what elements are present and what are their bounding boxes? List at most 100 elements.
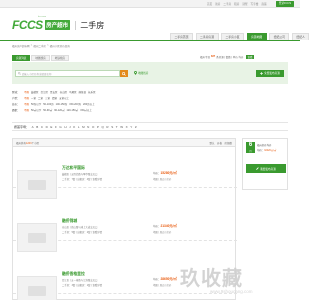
top-link[interactable]: 二手房: [223, 2, 231, 6]
letter-link[interactable]: D: [46, 125, 48, 129]
top-link[interactable]: 写字楼: [251, 2, 259, 6]
filter-option[interactable]: 三室: [45, 96, 50, 100]
filter-option[interactable]: 50-90㎡: [43, 108, 52, 112]
filter-option[interactable]: 长乐区: [88, 90, 96, 94]
letter-link[interactable]: O: [92, 125, 94, 129]
breadcrumb-link[interactable]: 福州房产超市网: [12, 44, 30, 48]
letter-link[interactable]: A: [32, 125, 34, 129]
search-input[interactable]: 请输入小区名称或楼盘名称: [15, 70, 120, 77]
listing-thumbnail[interactable]: [17, 170, 57, 199]
letter-link[interactable]: W: [120, 125, 123, 129]
filter-option[interactable]: 不限: [24, 108, 29, 112]
letter-link[interactable]: N: [87, 125, 89, 129]
letter-link[interactable]: P: [97, 125, 99, 129]
filter-option[interactable]: 闽侯县: [79, 90, 87, 94]
letter-link[interactable]: Z: [135, 125, 137, 129]
filter-option[interactable]: 一室: [31, 96, 36, 100]
search-field-icon: [17, 72, 21, 75]
listing-tags[interactable]: 地图 | 周边 | 房价: [153, 283, 171, 287]
nav-tab-communities[interactable]: 二手房小区: [221, 33, 244, 40]
letter-link[interactable]: X: [126, 125, 128, 129]
filter-option[interactable]: 晋安区: [50, 90, 58, 94]
filter-option[interactable]: 二室: [38, 96, 43, 100]
letter-link[interactable]: M: [82, 125, 85, 129]
breadcrumb-link[interactable]: 福州二手房: [33, 44, 46, 48]
filter-option[interactable]: 马尾区: [69, 90, 77, 94]
nav-tab-agents[interactable]: 经纪人: [291, 33, 310, 40]
filter-option[interactable]: 50-100万: [43, 102, 53, 106]
top-link[interactable]: 商铺: [261, 2, 266, 6]
stats-button[interactable]: 查看: [245, 55, 254, 59]
listing-title[interactable]: 融侨香格里拉: [62, 272, 85, 277]
letter-link[interactable]: T: [116, 125, 118, 129]
subtab-map[interactable]: 地图找房: [31, 55, 50, 61]
price-value: 15280元/㎡: [160, 171, 177, 175]
top-link[interactable]: 租房: [234, 2, 239, 6]
filter-option[interactable]: 不限: [24, 90, 29, 94]
filter-option[interactable]: 150-200万: [69, 102, 81, 106]
side-publish-button[interactable]: 我要发布房源: [246, 164, 286, 173]
nav-tab-home[interactable]: 二手房首页: [170, 33, 193, 40]
subtab-list[interactable]: 房源列表: [12, 55, 31, 61]
top-link[interactable]: 别墅: [242, 2, 247, 6]
filter-option[interactable]: 120-150㎡: [67, 108, 79, 112]
filter-option[interactable]: 200万以上: [83, 102, 95, 106]
filter-option[interactable]: 50万以下: [31, 102, 41, 106]
letter-link[interactable]: G: [59, 125, 61, 129]
listing-tags[interactable]: 地图 | 周边 | 房价: [153, 177, 171, 181]
letter-link[interactable]: Q: [101, 125, 103, 129]
login-button[interactable]: 登录FCCS: [276, 1, 294, 7]
list-item[interactable]: 万达和平国际 鼓楼区 | 五四北路与琴亭路交叉口 二手房：7套 | 出租房：4套…: [13, 148, 237, 199]
price-value: 21340元/㎡: [160, 224, 177, 228]
sort-option[interactable]: 默认: [209, 141, 214, 145]
letter-link[interactable]: Y: [130, 125, 132, 129]
search-button[interactable]: [120, 70, 128, 77]
filter-option[interactable]: 四室: [52, 96, 57, 100]
publish-label: 免费发布房源: [264, 72, 280, 75]
top-link[interactable]: 新房: [215, 2, 220, 6]
side-publish-label: 我要发布房源: [260, 167, 276, 171]
filter-option[interactable]: 90-120㎡: [54, 108, 64, 112]
letter-link[interactable]: F: [55, 125, 57, 129]
filter-option[interactable]: 150㎡以上: [80, 108, 92, 112]
letter-link[interactable]: R: [106, 125, 108, 129]
nav-tab-listings[interactable]: 二手房房源: [195, 33, 219, 40]
nav-tab-map[interactable]: 房源地图: [246, 33, 267, 40]
publish-button[interactable]: 免费发布房源: [256, 70, 284, 77]
sort-option[interactable]: 价格: [217, 141, 222, 145]
top-link[interactable]: 首页: [207, 2, 212, 6]
listing-tags[interactable]: 地图 | 周边 | 房价: [153, 230, 171, 234]
filter-option[interactable]: 五室以上: [59, 96, 69, 100]
letter-link[interactable]: S: [111, 125, 113, 129]
map-pin-icon: [134, 71, 137, 75]
map-search-link[interactable]: 地图找房: [134, 71, 148, 75]
site-logo[interactable]: FCCS 房产超市 fccs.com 二手房: [12, 16, 104, 32]
listing-thumbnail[interactable]: [17, 223, 57, 252]
letter-link[interactable]: B: [36, 125, 38, 129]
letter-link[interactable]: C: [41, 125, 43, 129]
letter-link[interactable]: K: [73, 125, 75, 129]
filter-option[interactable]: 不限: [24, 96, 29, 100]
breadcrumb-sep: >: [47, 44, 49, 47]
sort-option[interactable]: 房源数: [224, 141, 232, 145]
letter-link[interactable]: L: [78, 125, 80, 129]
list-count-text: 福州共有1203个小区: [16, 141, 39, 145]
filter-option[interactable]: 台江区: [41, 90, 49, 94]
stats-prefix: 福州今日: [200, 56, 211, 59]
filter-option[interactable]: 鼓楼区: [31, 90, 39, 94]
filter-option[interactable]: 仓山区: [60, 90, 68, 94]
listing-thumbnail[interactable]: [17, 276, 57, 300]
listing-title[interactable]: 万达和平国际: [62, 166, 85, 171]
nav-tab-agencies[interactable]: 经纪公司: [269, 33, 290, 40]
filter-option[interactable]: 50㎡以下: [31, 108, 41, 112]
listing-address: 仓山区 | 首山路与浦上大道交叉口: [62, 226, 98, 229]
letter-link[interactable]: H: [64, 125, 66, 129]
filter-option[interactable]: 100-150万: [56, 102, 68, 106]
letter-link[interactable]: E: [50, 125, 52, 129]
filter-option[interactable]: 不限: [24, 102, 29, 106]
listing-title[interactable]: 融侨锦城: [62, 219, 77, 224]
letter-link[interactable]: J: [69, 125, 71, 129]
subtab-metro[interactable]: 地铁找房: [50, 55, 70, 61]
list-item[interactable]: 融侨锦城 仓山区 | 首山路与浦上大道交叉口 二手房：5套 | 出租房：2套 |…: [13, 201, 237, 252]
search-icon: [122, 71, 126, 76]
